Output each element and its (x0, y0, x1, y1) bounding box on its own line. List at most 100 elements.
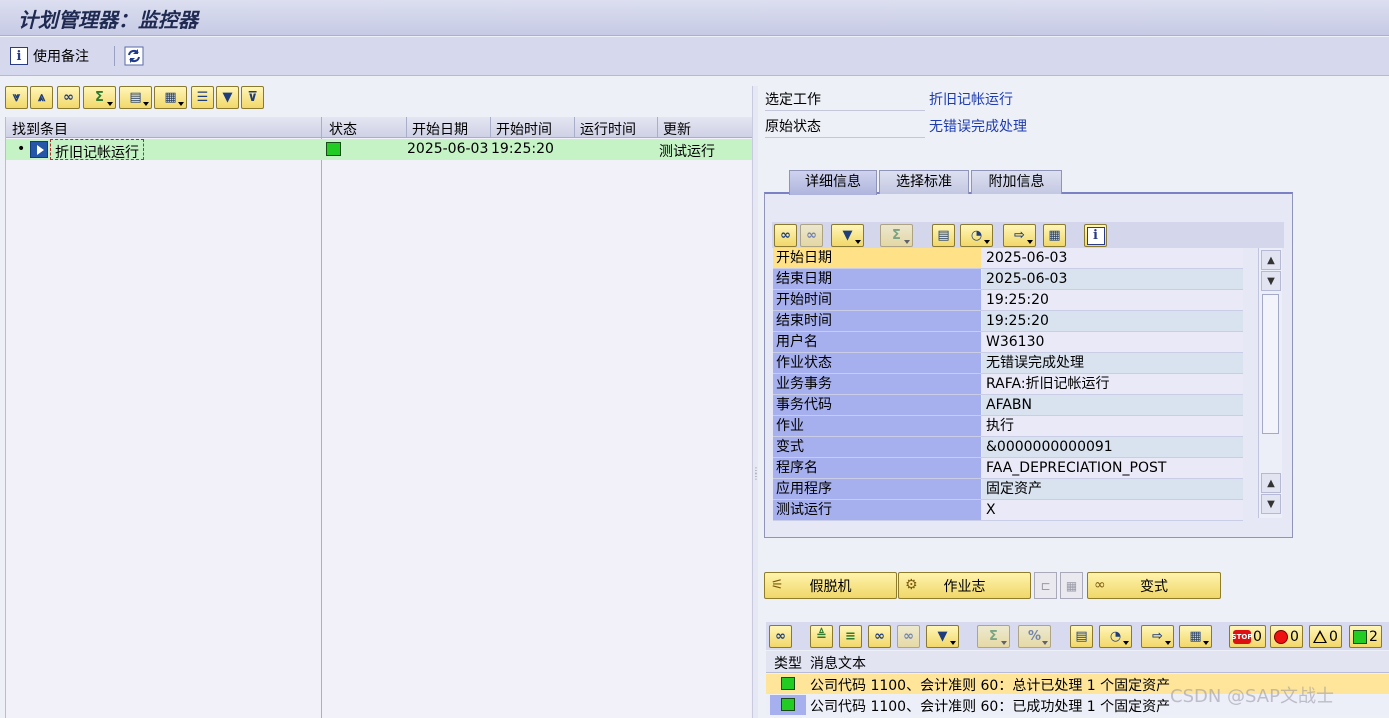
details-views-button[interactable]: ◔ (960, 224, 993, 247)
scroll-down-button[interactable]: ▼ (1261, 494, 1281, 514)
details-export-button[interactable]: ⇨ (1003, 224, 1036, 247)
binoculars-icon: ∞ (874, 629, 885, 644)
details-info-button[interactable]: i (1084, 224, 1107, 247)
job-play-icon (30, 141, 48, 158)
chevron-up-icon: ▲ (1267, 254, 1275, 266)
binoculars-icon: ∞ (63, 90, 74, 105)
error-count-button[interactable]: 0 (1270, 625, 1303, 648)
detail-row[interactable]: 程序名 FAA_DEPRECIATION_POST (773, 458, 1243, 479)
details-print-button[interactable]: ▤ (932, 224, 955, 247)
scroll-up-button[interactable]: ▼ (1261, 271, 1281, 291)
detail-row[interactable]: 业务事务 RAFA:折旧记帐运行 (773, 374, 1243, 395)
detail-key: 作业 (773, 416, 981, 436)
tab-selection-criteria[interactable]: 选择标准 (879, 170, 969, 194)
detail-row[interactable]: 事务代码 AFABN (773, 395, 1243, 416)
filter-remove-icon: ⊽ (247, 90, 258, 105)
details-find-next-button[interactable]: ∞ (800, 224, 823, 247)
msg-subtotal-button[interactable]: % (1018, 625, 1051, 648)
detail-row[interactable]: 应用程序 固定资产 (773, 479, 1243, 500)
disabled-button-1[interactable]: ⊏ (1034, 572, 1057, 599)
details-button[interactable]: ☰ (191, 86, 214, 109)
variant-button[interactable]: ∞ 变式 (1087, 572, 1221, 599)
detail-value: 19:25:20 (982, 290, 1243, 310)
tab-additional-info[interactable]: 附加信息 (971, 170, 1062, 194)
sum-icon: Σ (95, 90, 104, 105)
sum-button[interactable]: Σ (83, 86, 116, 109)
msg-find-next-button[interactable]: ∞ (897, 625, 920, 648)
usage-notes-button[interactable]: i 使用备注 (10, 44, 89, 68)
print-icon: ▤ (1075, 629, 1088, 644)
detail-row[interactable]: 作业状态 无错误完成处理 (773, 353, 1243, 374)
msg-filter-button[interactable]: ▼ (926, 625, 959, 648)
detail-row[interactable]: 开始日期 2025-06-03 (773, 248, 1243, 269)
expand-all-button[interactable]: ⩔ (5, 86, 28, 109)
tab-details[interactable]: 详细信息 (789, 170, 877, 195)
status-green-icon (326, 142, 341, 156)
views-icon: ◔ (970, 228, 983, 243)
column-type[interactable]: 类型 (774, 653, 802, 673)
column-runtime[interactable]: 运行时间 (580, 119, 636, 139)
detail-row[interactable]: 开始时间 19:25:20 (773, 290, 1243, 311)
success-count-button[interactable]: 2 (1349, 625, 1382, 648)
job-log-button[interactable]: ⚙ 作业志 (898, 572, 1031, 599)
msg-layout-button[interactable]: ▦ (1179, 625, 1212, 648)
msg-print-button[interactable]: ▤ (1070, 625, 1093, 648)
panel-splitter[interactable] (752, 86, 758, 718)
table-row[interactable]: • 折旧记帐运行 2025-06-03 19:25:20 测试运行 (6, 139, 752, 161)
detail-value: 无错误完成处理 (982, 353, 1243, 373)
application-toolbar: i 使用备注 (0, 37, 1389, 76)
delete-filter-button[interactable]: ⊽ (241, 86, 264, 109)
splitter-grip[interactable]: ⋮ ⋮ (752, 467, 760, 481)
msg-details-button[interactable]: ∞ (769, 625, 792, 648)
detail-row[interactable]: 用户名 W36130 (773, 332, 1243, 353)
detail-value: 执行 (982, 416, 1243, 436)
refresh-button[interactable] (124, 44, 144, 68)
layout-button[interactable]: ▦ (154, 86, 187, 109)
msg-export-button[interactable]: ⇨ (1141, 625, 1174, 648)
print-icon: ▤ (937, 228, 950, 243)
collapse-all-button[interactable]: ⩓ (30, 86, 53, 109)
disabled-button-2[interactable]: ▦ (1060, 572, 1083, 599)
stop-count-button[interactable]: STOP 0 (1229, 625, 1266, 648)
details-scrollbar[interactable]: ▲ ▼ ▲ ▼ (1258, 248, 1282, 518)
window-title: 计划管理器：监控器 (18, 8, 198, 32)
warning-count-button[interactable]: 0 (1309, 625, 1342, 648)
msg-sum-button[interactable]: Σ (977, 625, 1010, 648)
column-update[interactable]: 更新 (663, 119, 691, 139)
detail-row[interactable]: 结束日期 2025-06-03 (773, 269, 1243, 290)
details-layout-button[interactable]: ▦ (1043, 224, 1066, 247)
success-count: 2 (1369, 628, 1378, 645)
find-next-icon: ∞ (903, 629, 914, 644)
scroll-top-button[interactable]: ▲ (1261, 250, 1281, 270)
job-name[interactable]: 折旧记帐运行 (50, 139, 144, 161)
msg-views-button[interactable]: ◔ (1099, 625, 1132, 648)
column-start-time[interactable]: 开始时间 (496, 119, 552, 139)
details-sum-button[interactable]: Σ (880, 224, 913, 247)
table-icon: ▦ (1065, 578, 1078, 593)
print-button[interactable]: ▤ (119, 86, 152, 109)
selected-job-value: 折旧记帐运行 (929, 92, 1013, 108)
find-button[interactable]: ∞ (57, 86, 80, 109)
column-message-text[interactable]: 消息文本 (810, 653, 866, 673)
scroll-page-up-button[interactable]: ▲ (1261, 473, 1281, 493)
detail-row[interactable]: 结束时间 19:25:20 (773, 311, 1243, 332)
detail-value: &0000000000091 (982, 437, 1243, 457)
spool-button[interactable]: ⚟ 假脱机 (764, 572, 897, 599)
details-filter-button[interactable]: ▼ (831, 224, 864, 247)
msg-find-button[interactable]: ∞ (868, 625, 891, 648)
msg-sort-asc-button[interactable]: ≜ (810, 625, 833, 648)
msg-sort-desc-button[interactable]: ≡ (839, 625, 862, 648)
column-entries[interactable]: 找到条目 (12, 119, 68, 139)
detail-row[interactable]: 作业 执行 (773, 416, 1243, 437)
details-find-button[interactable]: ∞ (774, 224, 797, 247)
detail-row[interactable]: 测试运行 X (773, 500, 1243, 521)
filter-button[interactable]: ▼ (216, 86, 239, 109)
column-status[interactable]: 状态 (329, 119, 357, 139)
column-start-date[interactable]: 开始日期 (412, 119, 468, 139)
info-icon: i (10, 47, 28, 65)
detail-row[interactable]: 变式 &0000000000091 (773, 437, 1243, 458)
filter-icon: ▼ (842, 228, 853, 243)
job-log-icon: ⚙ (905, 577, 918, 593)
scroll-thumb[interactable] (1262, 294, 1279, 434)
views-icon: ◔ (1109, 629, 1122, 644)
